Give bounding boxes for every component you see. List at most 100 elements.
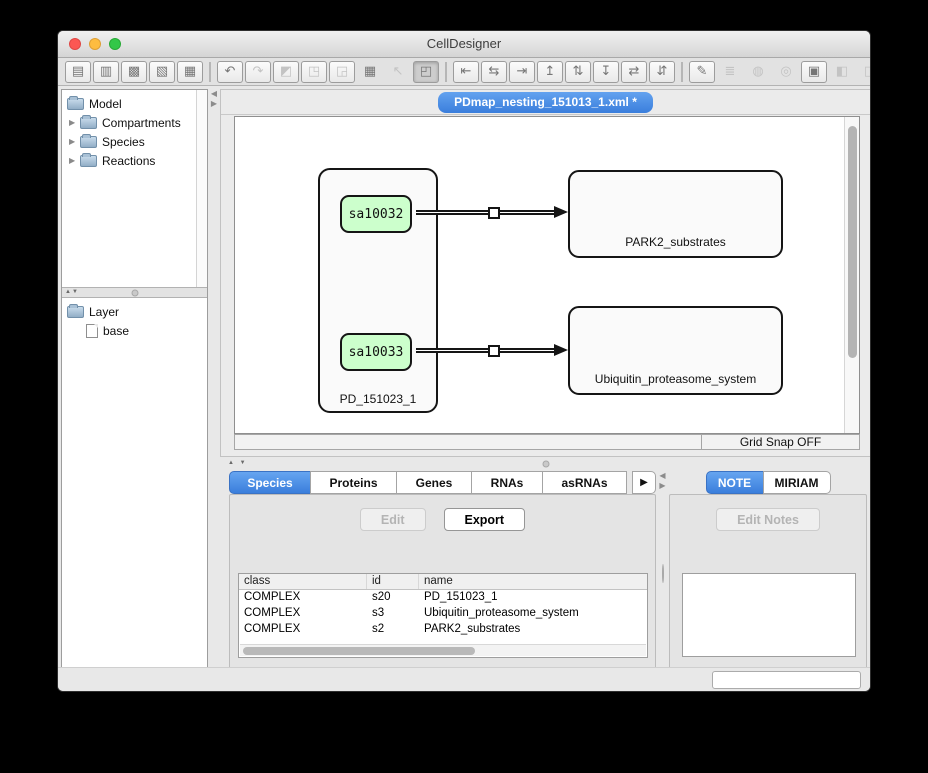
diagram-canvas[interactable]: PD_151023_1 sa10032 sa10033 PARK2_substr… (234, 116, 860, 434)
select-pointer-icon[interactable]: ↖ (385, 61, 411, 83)
align-right-icon[interactable]: ⇥ (509, 61, 535, 83)
bring-front-icon[interactable]: ◳ (301, 61, 327, 83)
canvas-area: PDmap_nesting_151013_1.xml * PD_151023_1… (220, 89, 871, 457)
scrollbar-thumb[interactable] (243, 647, 475, 655)
tab-genes[interactable]: Genes (396, 471, 472, 494)
open-icon[interactable]: ▥ (93, 61, 119, 83)
sidebar-canvas-splitter[interactable]: ◀ ▶ (208, 89, 220, 669)
notes-icon[interactable]: ▣ (801, 61, 827, 83)
tree-item-base[interactable]: base (62, 321, 207, 340)
paint-tool-icon[interactable]: ✎ (689, 61, 715, 83)
align-bottom-icon[interactable]: ↧ (593, 61, 619, 83)
delete-icon[interactable]: ◩ (273, 61, 299, 83)
notes-paste-icon[interactable]: ◨ (857, 61, 871, 83)
document-tab[interactable]: PDmap_nesting_151013_1.xml * (438, 92, 653, 113)
complex-label: PD_151023_1 (320, 392, 436, 406)
tab-miriam[interactable]: MIRIAM (763, 471, 831, 494)
close-window-icon[interactable] (69, 38, 81, 50)
navigation-sidebar: Model ▶Compartments▶Species▶Reactions ▲▼… (61, 89, 208, 669)
expand-triangle-icon[interactable]: ▶ (69, 156, 80, 165)
canvas-status-row: Grid Snap OFF (234, 434, 860, 450)
species-buttons-row: Edit Export (230, 508, 655, 531)
edit-button[interactable]: Edit (360, 508, 426, 531)
bottom-panels-splitter[interactable]: ◀ ▶ (656, 471, 669, 669)
align-top-icon[interactable]: ↥ (537, 61, 563, 83)
table-horizontal-scrollbar[interactable] (240, 644, 646, 656)
collapse-right-icon[interactable]: ▶ (208, 99, 220, 109)
folder-icon (80, 136, 97, 148)
species-view-icon[interactable]: ◎ (773, 61, 799, 83)
expand-triangle-icon[interactable]: ▶ (69, 118, 80, 127)
send-back-icon[interactable]: ◲ (329, 61, 355, 83)
undo-icon[interactable]: ↶ (217, 61, 243, 83)
save-icon[interactable]: ▩ (121, 61, 147, 83)
grid-snap-icon[interactable]: ▦ (357, 61, 383, 83)
tab-species[interactable]: Species (229, 471, 311, 494)
reaction-view-icon[interactable]: ◍ (745, 61, 771, 83)
collapse-right-icon[interactable]: ▶ (656, 481, 669, 491)
tab-asrnas[interactable]: asRNAs (542, 471, 627, 494)
more-tabs-arrow-icon[interactable]: ▶ (632, 471, 656, 494)
tree-item-species[interactable]: ▶Species (62, 132, 207, 151)
species-node-sa10033[interactable]: sa10033 (340, 333, 412, 371)
splitter-dot-icon (662, 564, 664, 583)
minimize-window-icon[interactable] (89, 38, 101, 50)
save-as-icon[interactable]: ▧ (149, 61, 175, 83)
tab-proteins[interactable]: Proteins (310, 471, 397, 494)
splitter-arrows-icon[interactable]: ▲▼ (65, 289, 79, 295)
align-center-icon[interactable]: ⇆ (481, 61, 507, 83)
reaction-line[interactable] (416, 210, 555, 215)
show-id-icon[interactable]: ◰ (413, 61, 439, 83)
table-row[interactable]: COMPLEXs2PARK2_substrates (239, 622, 647, 638)
reaction-process-node[interactable] (488, 345, 500, 357)
column-header-name[interactable]: name (419, 574, 647, 589)
traffic-lights (69, 38, 121, 50)
document-tab-strip: PDmap_nesting_151013_1.xml * (221, 90, 870, 115)
notes-copy-icon[interactable]: ◧ (829, 61, 855, 83)
collapse-left-icon[interactable]: ◀ (208, 89, 220, 99)
complex-node-park2[interactable]: PARK2_substrates (568, 170, 783, 258)
print-icon[interactable]: ▦ (177, 61, 203, 83)
collapse-left-icon[interactable]: ◀ (656, 471, 669, 481)
tree-item-model[interactable]: Model (62, 94, 207, 113)
table-row[interactable]: COMPLEXs3Ubiquitin_proteasome_system (239, 606, 647, 622)
component-list-icon[interactable]: ≣ (717, 61, 743, 83)
toolbar-separator (445, 62, 447, 82)
splitter-dot-icon (131, 289, 138, 296)
tree-item-compartments[interactable]: ▶Compartments (62, 113, 207, 132)
notes-text-area[interactable] (682, 573, 856, 657)
statusbar-field[interactable] (712, 671, 861, 689)
model-tree-scrollbar[interactable] (196, 90, 207, 287)
tab-rnas[interactable]: RNAs (471, 471, 543, 494)
zoom-window-icon[interactable] (109, 38, 121, 50)
table-cell: s20 (367, 590, 419, 606)
column-header-class[interactable]: class (239, 574, 367, 589)
reaction-line[interactable] (416, 348, 555, 353)
document-icon (86, 324, 98, 338)
canvas-bottom-splitter[interactable]: ▲ ▼ (220, 458, 871, 470)
tab-note[interactable]: NOTE (706, 471, 764, 494)
distribute-vertical-icon[interactable]: ⇵ (649, 61, 675, 83)
new-document-icon[interactable]: ▤ (65, 61, 91, 83)
edit-notes-button[interactable]: Edit Notes (716, 508, 820, 531)
tree-item-reactions[interactable]: ▶Reactions (62, 151, 207, 170)
folder-icon (67, 306, 84, 318)
scrollbar-thumb[interactable] (848, 126, 857, 358)
align-left-icon[interactable]: ⇤ (453, 61, 479, 83)
sidebar-splitter[interactable]: ▲▼ (62, 287, 207, 298)
notes-buttons-row: Edit Notes (670, 508, 866, 531)
column-header-id[interactable]: id (367, 574, 419, 589)
export-button[interactable]: Export (444, 508, 526, 531)
splitter-arrows-icon[interactable]: ▲ ▼ (228, 460, 248, 466)
expand-triangle-icon[interactable]: ▶ (69, 137, 80, 146)
tree-item-layer[interactable]: Layer (62, 302, 207, 321)
align-middle-icon[interactable]: ⇅ (565, 61, 591, 83)
redo-icon[interactable]: ↷ (245, 61, 271, 83)
reaction-process-node[interactable] (488, 207, 500, 219)
complex-node-ubiquitin[interactable]: Ubiquitin_proteasome_system (568, 306, 783, 395)
canvas-vertical-scrollbar[interactable] (844, 117, 859, 433)
table-row[interactable]: COMPLEXs20PD_151023_1 (239, 590, 647, 606)
grid-snap-status: Grid Snap OFF (702, 434, 860, 450)
distribute-horizontal-icon[interactable]: ⇄ (621, 61, 647, 83)
species-node-sa10032[interactable]: sa10032 (340, 195, 412, 233)
